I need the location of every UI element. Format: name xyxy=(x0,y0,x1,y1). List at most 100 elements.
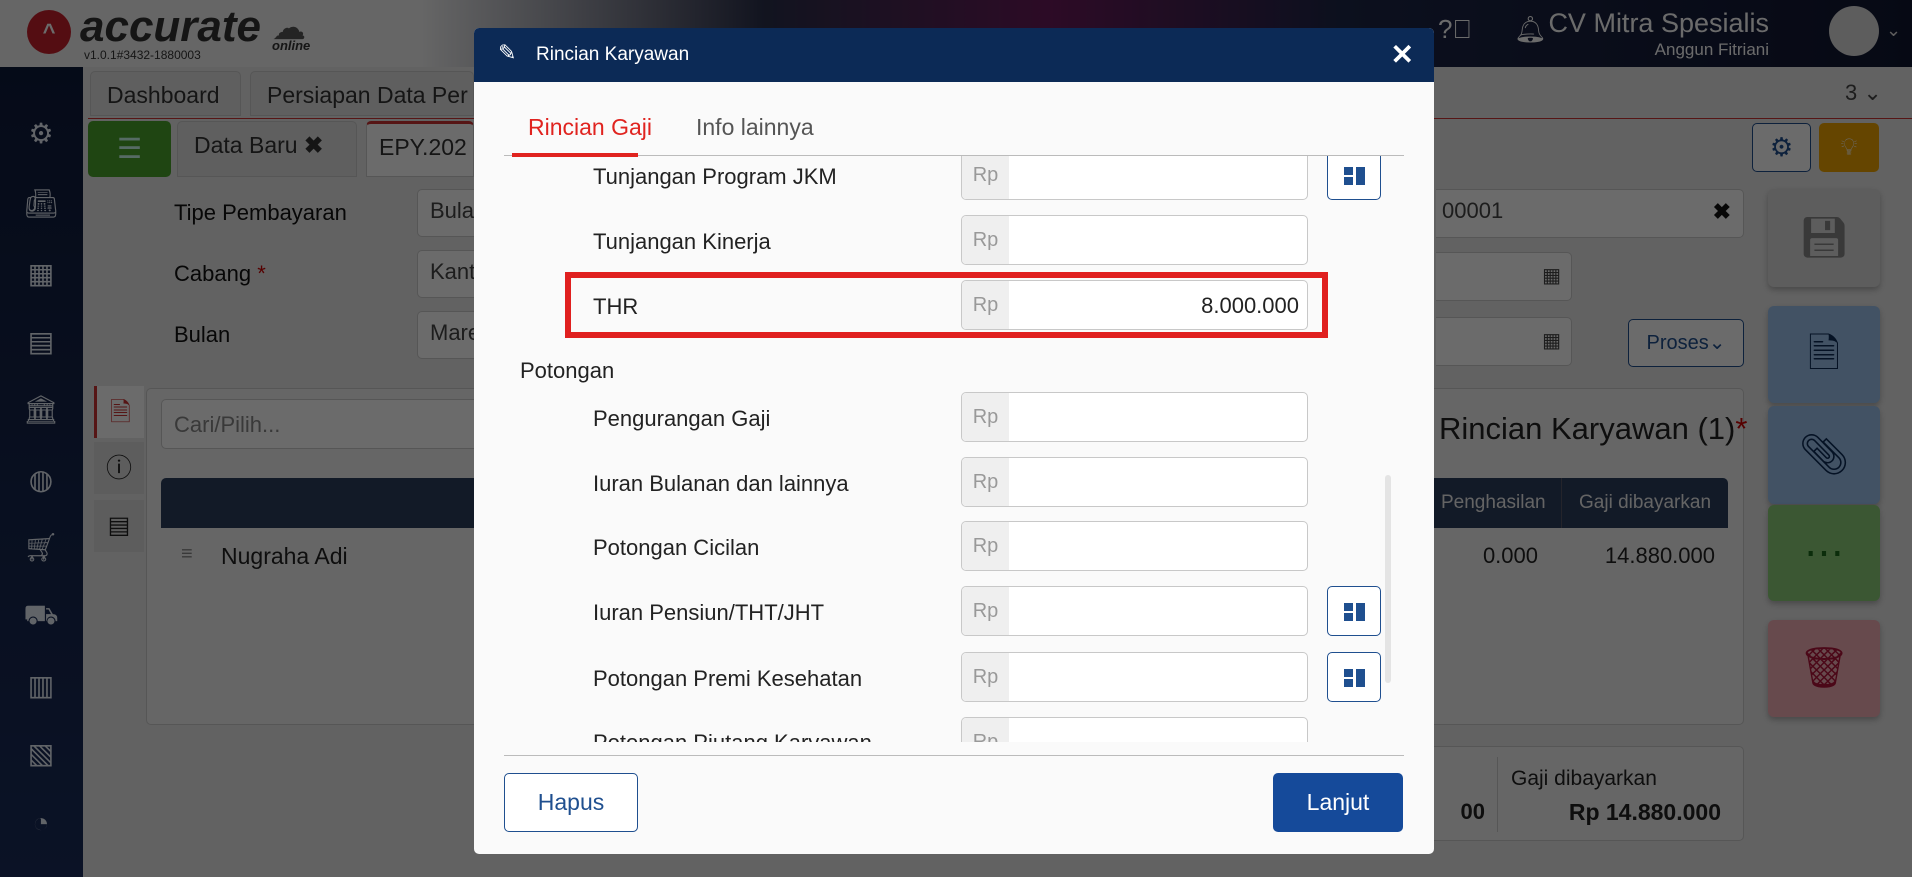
label-tipe-pembayaran: Tipe Pembayaran xyxy=(174,200,347,225)
scrollbar[interactable] xyxy=(1385,475,1391,683)
fax-icon[interactable]: 📠︎ xyxy=(18,187,64,220)
report-icon[interactable]: ◔ xyxy=(18,807,64,839)
side-tab-payment[interactable]: ▤ xyxy=(94,500,144,552)
factory-icon[interactable]: ▥ xyxy=(18,669,64,702)
currency-prefix: Rp xyxy=(962,587,1009,635)
proses-button[interactable]: Proses⌄ xyxy=(1628,319,1744,367)
logo-sub: online xyxy=(272,38,311,53)
modal-scroll-area[interactable]: Tunjangan Program JKM Rp Tunjangan Kiner… xyxy=(474,156,1434,742)
bell-icon[interactable]: 🔔︎ xyxy=(1514,14,1547,45)
clear-icon[interactable]: ✖ xyxy=(1713,199,1731,225)
summary-value: Rp 14.880.000 xyxy=(1568,799,1721,825)
row-label: Pengurangan Gaji xyxy=(593,406,771,431)
money-bag-icon[interactable]: ◍ xyxy=(18,463,64,496)
app-version: v1.0.1#3432-1880003 xyxy=(84,48,201,62)
number-value: 00001 xyxy=(1442,198,1504,223)
jkm-input[interactable]: Rp xyxy=(961,156,1308,200)
tab-count-value: 3 xyxy=(1845,80,1858,105)
tipe-pembayaran-select[interactable]: Bula xyxy=(417,189,474,237)
tab-dashboard[interactable]: Dashboard xyxy=(90,71,241,116)
list-view-button[interactable]: ☰ xyxy=(88,121,171,177)
required-mark: * xyxy=(257,261,266,286)
iuran-bulanan-input[interactable]: Rp xyxy=(961,457,1308,507)
tab-count[interactable]: 3 ⌄ xyxy=(1845,80,1882,106)
currency-prefix: Rp xyxy=(962,522,1009,570)
panel-title-text: Rincian Karyawan (1) xyxy=(1439,411,1736,446)
building-icon[interactable]: ▦ xyxy=(18,257,64,290)
summary-divider xyxy=(1497,757,1498,832)
premi-kesehatan-input[interactable]: Rp xyxy=(961,652,1308,702)
rincian-karyawan-modal: ✎ Rincian Karyawan ✕ Rincian Gaji Info l… xyxy=(474,28,1434,854)
date-input[interactable]: ▦ xyxy=(1436,252,1572,301)
kinerja-input[interactable]: Rp xyxy=(961,215,1308,265)
delivery-icon[interactable]: ⛟ xyxy=(18,599,64,635)
summary-left-value: 00 xyxy=(1460,799,1485,824)
calculator-button[interactable] xyxy=(1327,156,1381,200)
close-icon[interactable]: ✕ xyxy=(1391,38,1414,71)
tab-data-baru[interactable]: Data Baru ✖ xyxy=(177,121,357,177)
piutang-input[interactable]: Rp xyxy=(961,717,1308,742)
label-cabang: Cabang * xyxy=(174,261,266,287)
close-icon[interactable]: ✖ xyxy=(304,132,323,158)
calculator-button[interactable] xyxy=(1327,586,1381,636)
employee-search-input[interactable]: Cari/Pilih... xyxy=(161,399,475,449)
lanjut-button[interactable]: Lanjut xyxy=(1273,773,1403,832)
proses-label: Proses xyxy=(1646,332,1709,354)
settings-icon[interactable]: ⚙ xyxy=(18,117,64,150)
side-tab-document[interactable]: 🗎 xyxy=(94,386,144,438)
row-label: Potongan Cicilan xyxy=(593,535,760,560)
tips-bulb-button[interactable]: 💡︎ xyxy=(1819,123,1879,172)
help-icon[interactable]: ?⃝ xyxy=(1438,14,1472,45)
input-value: 8.000.000 xyxy=(1201,293,1299,318)
row-label: Potongan Premi Kesehatan xyxy=(593,666,863,691)
pengurangan-gaji-input[interactable]: Rp xyxy=(961,392,1308,442)
avatar[interactable] xyxy=(1829,6,1879,56)
footer-divider xyxy=(504,755,1404,756)
thr-input[interactable]: Rp 8.000.000 xyxy=(961,280,1308,330)
tab-rincian-gaji[interactable]: Rincian Gaji xyxy=(528,114,652,141)
iuran-pensiun-input[interactable]: Rp xyxy=(961,586,1308,636)
summary-label: Gaji dibayarkan xyxy=(1511,767,1657,790)
calculator-button[interactable] xyxy=(1327,652,1381,702)
date-input-2[interactable]: ▦ xyxy=(1436,317,1572,366)
panel-title: Rincian Karyawan (1)* xyxy=(1439,411,1747,447)
chevron-down-icon[interactable]: ⌄ xyxy=(1886,20,1901,41)
tab-epy[interactable]: EPY.202 xyxy=(366,121,474,177)
delete-button[interactable]: 🗑︎ xyxy=(1768,620,1880,717)
currency-prefix: Rp xyxy=(962,156,1009,199)
tax-icon[interactable]: ▧ xyxy=(18,737,64,770)
col-gaji-dibayarkan: Gaji dibayarkan xyxy=(1579,492,1712,513)
col-divider xyxy=(1561,478,1562,528)
settings-button[interactable]: ⚙ xyxy=(1752,123,1811,172)
company-name: CV Mitra Spesialis xyxy=(1548,8,1769,38)
income-value: 0.000 xyxy=(1482,543,1538,568)
cabang-select[interactable]: Kant xyxy=(417,250,474,298)
document-button[interactable]: 🗎 xyxy=(1768,306,1880,403)
bank-icon[interactable]: 🏛︎ xyxy=(18,393,64,426)
row-label: Tunjangan Program JKM xyxy=(593,164,837,189)
book-icon[interactable]: ▤ xyxy=(18,325,64,358)
tab-persiapan[interactable]: Persiapan Data Per xyxy=(250,71,474,116)
potongan-header: Potongan xyxy=(520,358,615,383)
side-tab-info[interactable]: ⓘ xyxy=(94,442,144,494)
row-label: THR xyxy=(593,294,639,319)
cart-icon[interactable]: 🛒︎ xyxy=(18,531,64,564)
col-penghasilan: Penghasilan xyxy=(1441,492,1546,513)
bulan-select[interactable]: Mare xyxy=(417,311,474,359)
tab-label: Data Baru xyxy=(194,132,298,158)
row-label: Tunjangan Kinerja xyxy=(593,229,771,254)
save-button[interactable]: 💾︎ xyxy=(1768,189,1880,287)
attachment-button[interactable]: 📎︎ xyxy=(1768,406,1880,504)
currency-prefix: Rp xyxy=(962,281,1009,329)
hapus-button[interactable]: Hapus xyxy=(504,773,638,832)
currency-prefix: Rp xyxy=(962,393,1009,441)
more-options-button[interactable]: ⋯ xyxy=(1768,505,1880,601)
potongan-cicilan-input[interactable]: Rp xyxy=(961,521,1308,571)
calendar-icon[interactable]: ▦ xyxy=(1542,263,1561,288)
calendar-icon[interactable]: ▦ xyxy=(1542,328,1561,353)
tab-info-lainnya[interactable]: Info lainnya xyxy=(696,114,814,141)
label-text: Cabang xyxy=(174,261,252,286)
user-name: Anggun Fitriani xyxy=(1654,40,1769,59)
number-input[interactable]: 00001 ✖ xyxy=(1436,189,1744,238)
drag-handle-icon[interactable]: ≡ xyxy=(181,543,193,566)
